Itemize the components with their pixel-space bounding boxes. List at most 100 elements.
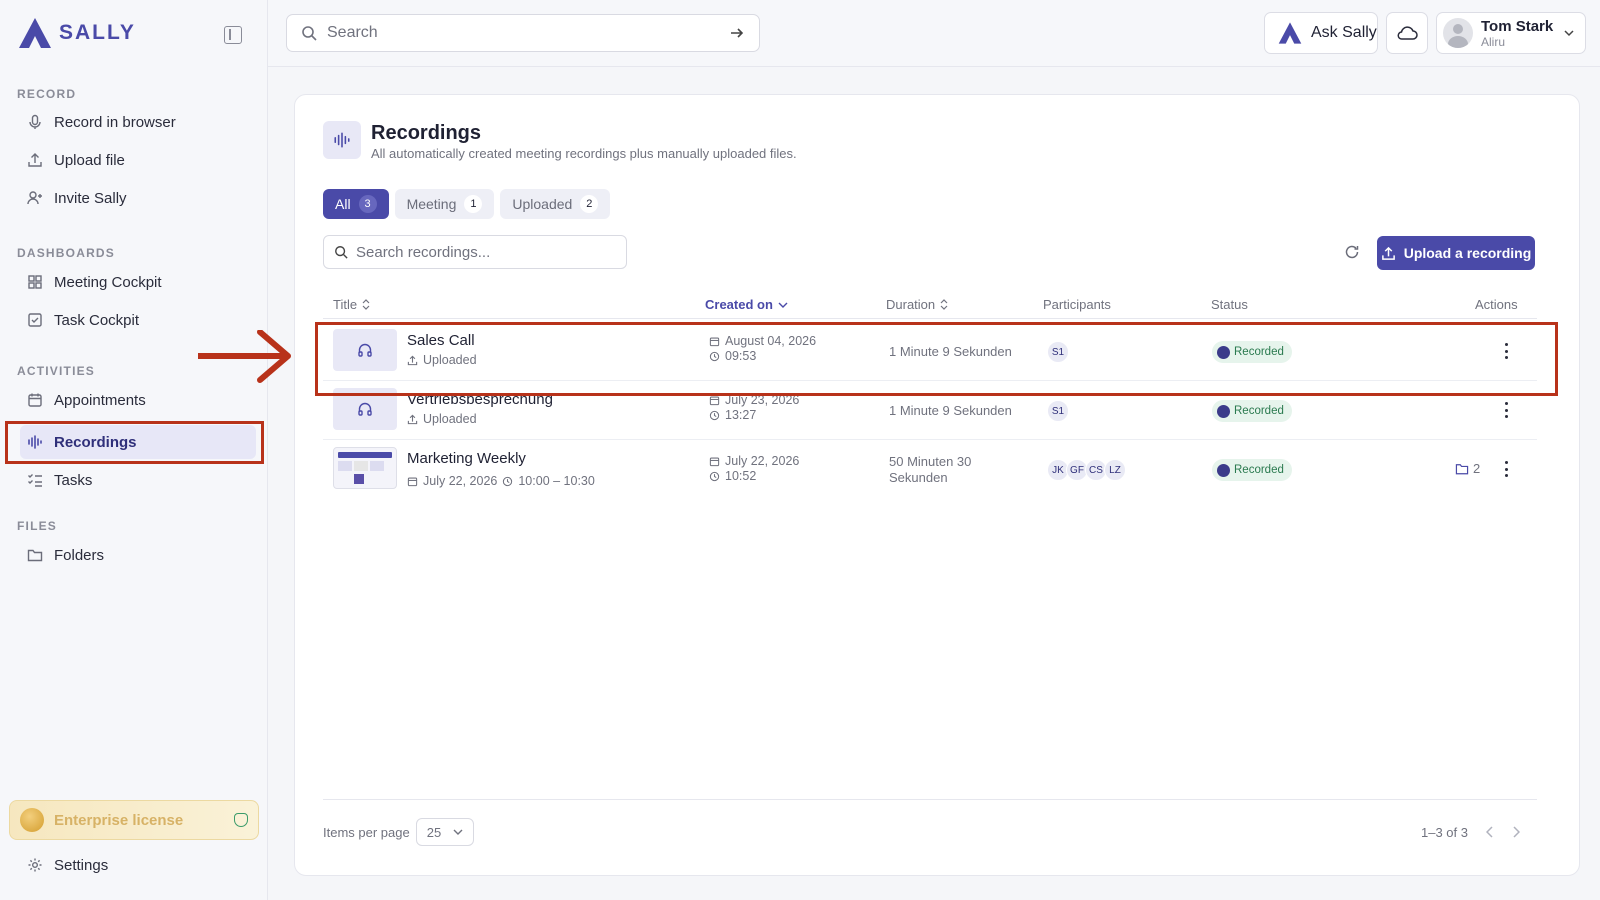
filter-count: 1 [464, 195, 483, 213]
table-row[interactable]: Marketing Weekly July 22, 2026 10:00 – 1… [323, 441, 1537, 501]
column-label: Created on [705, 297, 773, 312]
duration-line: Sekunden [889, 470, 948, 485]
upload-recording-button[interactable]: Upload a recording [1377, 236, 1535, 270]
meeting-schedule: July 22, 2026 10:00 – 10:30 [407, 474, 595, 488]
search-icon [335, 246, 348, 259]
chevron-right-icon[interactable] [1512, 826, 1520, 838]
folder-icon [1455, 463, 1469, 474]
sort-icon [362, 299, 370, 310]
recordings-search[interactable] [323, 235, 627, 269]
filter-label: Uploaded [512, 196, 573, 212]
grid-icon [26, 273, 44, 291]
section-record: RECORD [17, 87, 77, 101]
recordings-highlight-box [5, 421, 264, 464]
refresh-button[interactable] [1341, 241, 1363, 263]
sidebar-item-meeting-cockpit[interactable]: Meeting Cockpit [20, 265, 256, 299]
refresh-icon [1345, 245, 1359, 259]
meeting-time: 10:00 – 10:30 [518, 474, 595, 488]
sidebar-item-folders[interactable]: Folders [20, 538, 256, 572]
pagination: 1–3 of 3 [1421, 818, 1520, 846]
upload-icon [26, 151, 44, 169]
filter-label: Meeting [406, 196, 457, 212]
recording-source: Uploaded [407, 412, 477, 426]
filter-uploaded[interactable]: Uploaded 2 [500, 189, 611, 219]
annotation-arrow-icon [198, 330, 291, 383]
sidebar-item-label: Task Cockpit [54, 311, 140, 329]
sidebar-item-label: Meeting Cockpit [54, 273, 162, 291]
shield-check-icon [234, 813, 248, 827]
list-check-icon [26, 471, 44, 489]
created-date: July 22, 2026 [725, 454, 800, 468]
sidebar-item-settings[interactable]: Settings [20, 848, 256, 882]
cloud-sync-button[interactable] [1386, 12, 1428, 54]
row-actions-menu[interactable] [1504, 461, 1508, 477]
upload-icon [407, 414, 418, 424]
user-plus-icon [26, 189, 44, 207]
created-on-cell: July 22, 2026 10:52 [709, 454, 799, 484]
calendar-icon [709, 457, 720, 467]
status-label: Recorded [1234, 405, 1284, 417]
items-per-page: Items per page 25 [323, 818, 475, 846]
status-badge: Recorded [1212, 459, 1292, 481]
sidebar-item-label: Invite Sally [54, 189, 127, 207]
created-on-cell: July 23, 2026 13:27 [709, 393, 799, 423]
source-label: Uploaded [423, 412, 477, 426]
pagination-range: 1–3 of 3 [1421, 824, 1468, 840]
gear-icon [26, 856, 44, 874]
section-dashboards: DASHBOARDS [17, 246, 116, 260]
meeting-screenshot-thumbnail [333, 447, 397, 489]
folder-count[interactable]: 2 [1455, 461, 1480, 476]
participant-chip[interactable]: LZ [1104, 459, 1126, 481]
page-subtitle: All automatically created meeting record… [371, 146, 797, 161]
sidebar-item-label: Tasks [54, 471, 93, 489]
column-created-on[interactable]: Created on [705, 297, 788, 312]
page-title: Recordings [371, 122, 482, 144]
chevron-left-icon[interactable] [1486, 826, 1494, 838]
created-time: 10:52 [725, 469, 757, 483]
status-badge: Recorded [1212, 400, 1292, 422]
column-title[interactable]: Title [333, 297, 370, 312]
sidebar-item-record-in-browser[interactable]: Record in browser [20, 105, 256, 139]
row-actions-menu[interactable] [1504, 402, 1508, 418]
column-status: Status [1211, 297, 1248, 312]
search-input[interactable] [327, 24, 719, 42]
section-activities: ACTIVITIES [17, 364, 96, 378]
global-search[interactable] [286, 14, 760, 52]
filter-tabs: All 3 Meeting 1 Uploaded 2 [323, 189, 611, 219]
cloud-icon [1397, 26, 1418, 40]
table-header: Title Created on Duration Participants S… [323, 291, 1537, 319]
duration-line: 50 Minuten 30 [889, 454, 972, 469]
duration-cell: 50 Minuten 30 Sekunden [889, 454, 971, 486]
sally-status-icon [1217, 404, 1230, 418]
sidebar-item-tasks[interactable]: Tasks [20, 463, 256, 497]
recordings-search-input[interactable] [356, 243, 616, 261]
table-footer-divider [323, 799, 1537, 800]
upload-button-label: Upload a recording [1403, 245, 1532, 261]
status-label: Recorded [1234, 464, 1284, 476]
column-label: Participants [1043, 297, 1111, 312]
meeting-date: July 22, 2026 [423, 474, 498, 488]
column-duration[interactable]: Duration [886, 297, 948, 312]
participant-chip[interactable]: S1 [1047, 400, 1069, 422]
collapse-sidebar-button[interactable] [224, 26, 242, 44]
filter-meeting[interactable]: Meeting 1 [394, 189, 495, 219]
brand-name: SALLY [59, 21, 136, 44]
filter-count: 2 [580, 195, 599, 213]
items-per-page-select[interactable]: 25 [415, 818, 475, 846]
column-label: Title [333, 297, 358, 312]
filter-all[interactable]: All 3 [323, 189, 389, 219]
user-org: Aliru [1481, 34, 1506, 49]
recording-title[interactable]: Marketing Weekly [407, 450, 526, 467]
enterprise-license-badge[interactable]: Enterprise license [9, 800, 259, 840]
sally-logo[interactable]: SALLY [17, 16, 136, 50]
user-menu[interactable]: Tom Stark Aliru [1436, 12, 1586, 54]
filter-label: All [335, 196, 351, 212]
sidebar-item-invite-sally[interactable]: Invite Sally [20, 181, 256, 215]
arrow-right-icon[interactable] [729, 25, 745, 41]
ask-sally-button[interactable]: Ask Sally [1264, 12, 1378, 54]
sidebar-item-label: Upload file [54, 151, 125, 169]
column-label: Actions [1475, 297, 1518, 312]
sidebar-item-upload-file[interactable]: Upload file [20, 143, 256, 177]
recordings-header-icon [323, 121, 361, 159]
chevron-down-icon [778, 302, 788, 308]
